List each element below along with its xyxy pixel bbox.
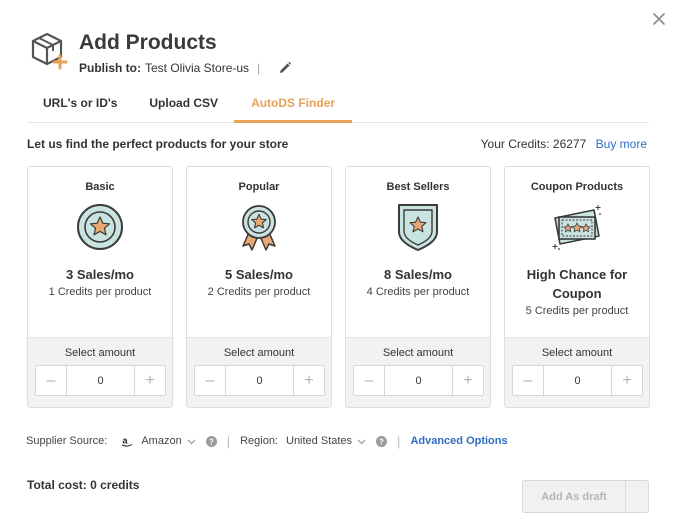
select-amount-label: Select amount <box>223 347 295 359</box>
plan-sales: 3 Sales/mo <box>66 267 134 282</box>
page-title: Add Products <box>79 31 217 54</box>
select-amount-label: Select amount <box>64 347 136 359</box>
modal-header: Add Products Publish to: Test Olivia Sto… <box>28 30 292 75</box>
amount-input[interactable] <box>544 366 611 395</box>
publish-to: Publish to: Test Olivia Store-us | <box>79 61 292 75</box>
plan-name: Basic <box>85 181 115 193</box>
tab-upload-csv[interactable]: Upload CSV <box>133 92 234 123</box>
plan-credits: 1 Credits per product <box>48 286 152 298</box>
close-icon[interactable] <box>648 8 670 30</box>
help-icon[interactable]: ? <box>376 435 388 447</box>
credits-label: Your Credits: 26277 <box>480 137 587 151</box>
plan-credits: 4 Credits per product <box>366 286 470 298</box>
publish-label: Publish to: <box>79 61 141 75</box>
increment-button[interactable]: + <box>134 366 165 395</box>
amount-section: Select amount – + <box>505 337 649 407</box>
amount-input[interactable] <box>226 366 293 395</box>
svg-text:a: a <box>123 436 129 446</box>
quantity-stepper: – + <box>194 365 325 396</box>
chevron-down-icon[interactable] <box>357 437 366 446</box>
plan-credits: 5 Credits per product <box>525 305 629 317</box>
chevron-down-icon[interactable] <box>187 437 196 446</box>
increment-button[interactable]: + <box>293 366 324 395</box>
draft-dropdown-toggle[interactable] <box>625 481 648 512</box>
quantity-stepper: – + <box>35 365 166 396</box>
separator: | <box>226 433 231 449</box>
plan-card-best-sellers[interactable]: Best Sellers 8 Sales/mo 4 Credits per pr… <box>345 166 491 408</box>
plan-cards: Basic 3 Sales/mo 1 Credits per product S… <box>27 166 650 408</box>
supplier-label: Supplier Source: <box>26 435 108 447</box>
total-cost: Total cost: 0 credits <box>27 478 140 492</box>
plan-name: Popular <box>238 181 280 193</box>
select-amount-label: Select amount <box>382 347 454 359</box>
quantity-stepper: – + <box>353 365 484 396</box>
decrement-button[interactable]: – <box>354 366 385 395</box>
star-badge-icon <box>77 204 123 250</box>
increment-button[interactable]: + <box>611 366 642 395</box>
intro-text: Let us find the perfect products for you… <box>27 137 289 151</box>
amount-section: Select amount – + <box>346 337 490 407</box>
separator: | <box>397 433 401 449</box>
plan-card-basic[interactable]: Basic 3 Sales/mo 1 Credits per product S… <box>27 166 173 408</box>
tab-bar: URL's or ID's Upload CSV AutoDS Finder <box>27 92 649 123</box>
header-separator: | <box>257 61 261 75</box>
credits-info: Your Credits: 26277 Buy more <box>481 137 647 151</box>
tab-autods-finder[interactable]: AutoDS Finder <box>234 92 353 123</box>
decrement-button[interactable]: – <box>195 366 226 395</box>
award-ribbon-icon <box>242 205 276 251</box>
advanced-options-link[interactable]: Advanced Options <box>410 435 507 447</box>
supplier-dropdown[interactable]: Amazon <box>141 435 181 447</box>
shield-star-icon <box>398 204 438 251</box>
plan-sales: 8 Sales/mo <box>384 267 452 282</box>
amount-section: Select amount – + <box>187 337 331 407</box>
add-as-draft-button[interactable]: Add As draft <box>523 481 625 512</box>
plan-credits: 2 Credits per product <box>207 286 311 298</box>
plan-name: Coupon Products <box>530 181 624 193</box>
increment-button[interactable]: + <box>452 366 483 395</box>
region-label: Region: <box>240 435 278 447</box>
quantity-stepper: – + <box>512 365 643 396</box>
decrement-button[interactable]: – <box>36 366 67 395</box>
svg-text:?: ? <box>209 437 214 446</box>
plan-sales: 5 Sales/mo <box>225 267 293 282</box>
decrement-button[interactable]: – <box>513 366 544 395</box>
supplier-row: Supplier Source: a Amazon ? | Region: Un… <box>26 433 508 449</box>
buy-more-link[interactable]: Buy more <box>596 137 647 151</box>
select-amount-label: Select amount <box>541 347 613 359</box>
plan-card-coupon-products[interactable]: Coupon Products High Chance for Coupon 5… <box>504 166 650 408</box>
amount-input[interactable] <box>67 366 134 395</box>
box-plus-icon <box>31 32 68 70</box>
store-name: Test Olivia Store-us <box>145 61 250 75</box>
amount-section: Select amount – + <box>28 337 172 407</box>
help-icon[interactable]: ? <box>205 435 217 447</box>
pencil-icon[interactable] <box>278 61 292 75</box>
coupon-ticket-icon <box>552 205 601 250</box>
draft-button-group: Add As draft <box>522 480 649 513</box>
plan-card-popular[interactable]: Popular 5 Sales/mo 2 Credits per product… <box>186 166 332 408</box>
plan-sales: High Chance for Coupon <box>526 267 628 301</box>
amazon-logo-icon: a <box>122 436 133 447</box>
region-dropdown[interactable]: United States <box>286 435 352 447</box>
amount-input[interactable] <box>385 366 452 395</box>
tab-urls-ids[interactable]: URL's or ID's <box>27 92 133 123</box>
svg-text:?: ? <box>379 437 384 446</box>
plan-name: Best Sellers <box>386 181 450 193</box>
